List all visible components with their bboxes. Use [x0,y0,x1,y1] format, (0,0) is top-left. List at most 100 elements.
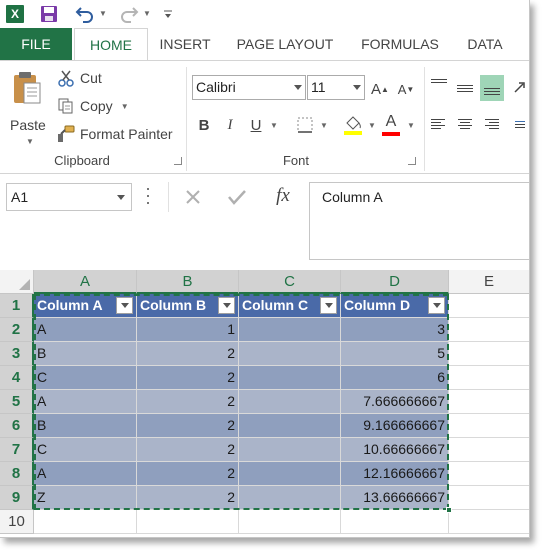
fill-color-dropdown-icon[interactable]: ▼ [368,121,376,130]
cell[interactable] [449,438,529,462]
tab-formulas[interactable]: FORMULAS [352,28,448,60]
borders-dropdown-icon[interactable]: ▼ [320,121,328,130]
table-cell[interactable]: 9.166666667 [341,414,449,438]
table-cell[interactable] [239,414,341,438]
align-right-button[interactable] [480,113,502,135]
copy-button[interactable]: Copy ▼ [56,95,129,117]
row-header[interactable]: 2 [0,318,34,342]
cell[interactable] [449,510,529,534]
table-cell[interactable]: 12.16666667 [341,462,449,486]
table-cell[interactable]: 2 [137,414,239,438]
bottom-align-button[interactable] [480,75,504,101]
align-left-button[interactable] [428,113,450,135]
column-header-a[interactable]: A [34,270,137,294]
table-cell[interactable]: A [34,390,137,414]
row-header[interactable]: 7 [0,438,34,462]
filter-dropdown-icon[interactable] [116,297,133,314]
table-cell[interactable]: C [34,438,137,462]
cell[interactable] [449,294,529,318]
copy-dropdown-icon[interactable]: ▼ [121,102,129,111]
undo-icon[interactable] [74,4,96,24]
row-header[interactable]: 1 [0,294,34,318]
row-header[interactable]: 5 [0,390,34,414]
italic-button[interactable]: I [220,113,240,137]
underline-dropdown-icon[interactable]: ▼ [270,121,278,130]
table-cell[interactable]: 7.666666667 [341,390,449,414]
filter-dropdown-icon[interactable] [428,297,445,314]
tab-data[interactable]: DATA [458,28,512,60]
bold-button[interactable]: B [194,113,214,137]
font-size-select[interactable]: 11 [307,75,365,100]
table-cell[interactable]: 1 [137,318,239,342]
table-cell[interactable]: 2 [137,486,239,510]
tab-home[interactable]: HOME [74,28,148,61]
table-cell[interactable]: 2 [137,366,239,390]
filter-dropdown-icon[interactable] [320,297,337,314]
table-cell[interactable] [239,342,341,366]
table-header-cell[interactable]: Column C [239,294,341,318]
font-color-button[interactable]: A [380,111,402,139]
cell[interactable] [239,510,341,534]
table-header-cell[interactable]: Column A [34,294,137,318]
name-box[interactable]: A1 [6,183,132,211]
row-header[interactable]: 4 [0,366,34,390]
table-cell[interactable]: A [34,462,137,486]
column-header-d[interactable]: D [341,270,449,294]
table-header-cell[interactable]: Column B [137,294,239,318]
format-painter-button[interactable]: Format Painter [56,123,173,145]
top-align-button[interactable] [428,73,450,95]
table-cell[interactable]: 2 [137,438,239,462]
table-cell[interactable] [239,486,341,510]
cut-button[interactable]: Cut [56,67,102,89]
cell[interactable] [449,486,529,510]
borders-button[interactable] [294,113,316,137]
table-cell[interactable]: 2 [137,342,239,366]
table-cell[interactable]: Z [34,486,137,510]
paste-dropdown-icon[interactable]: ▼ [26,137,34,146]
align-center-button[interactable] [454,113,476,135]
font-name-select[interactable]: Calibri [192,75,306,100]
row-header[interactable]: 10 [0,510,34,534]
cancel-entry-button[interactable] [178,183,208,211]
row-header[interactable]: 3 [0,342,34,366]
table-cell[interactable] [239,390,341,414]
select-all-button[interactable] [0,270,34,294]
table-cell[interactable]: B [34,342,137,366]
row-header[interactable]: 6 [0,414,34,438]
font-color-dropdown-icon[interactable]: ▼ [407,121,415,130]
cell[interactable] [449,318,529,342]
cell[interactable] [449,342,529,366]
column-header-e[interactable]: E [449,270,529,294]
redo-dropdown-icon[interactable]: ▼ [143,9,151,18]
row-header[interactable]: 9 [0,486,34,510]
cell[interactable] [137,510,239,534]
column-header-c[interactable]: C [239,270,341,294]
table-cell[interactable]: 2 [137,462,239,486]
cell[interactable] [449,366,529,390]
table-header-cell[interactable]: Column D [341,294,449,318]
redo-icon[interactable] [118,4,140,24]
table-cell[interactable]: A [34,318,137,342]
decrease-indent-button[interactable] [512,113,528,135]
formula-input[interactable]: Column A [309,182,529,260]
insert-function-button[interactable]: fx [266,182,300,210]
table-cell[interactable]: 3 [341,318,449,342]
cell[interactable] [449,462,529,486]
table-cell[interactable]: C [34,366,137,390]
paste-button[interactable]: Paste ▼ [6,67,50,147]
table-cell[interactable]: 10.66666667 [341,438,449,462]
underline-button[interactable]: U [246,113,266,137]
decrease-font-size-button[interactable]: A ▼ [396,77,416,101]
filter-dropdown-icon[interactable] [218,297,235,314]
customize-toolbar-icon[interactable] [162,4,174,24]
table-cell[interactable]: 2 [137,390,239,414]
table-cell[interactable] [239,462,341,486]
table-cell[interactable] [239,438,341,462]
tab-page-layout[interactable]: PAGE LAYOUT [228,28,342,60]
table-cell[interactable]: B [34,414,137,438]
formula-bar-grip-icon[interactable] [146,188,150,204]
orientation-button[interactable] [512,77,528,99]
table-cell[interactable]: 5 [341,342,449,366]
table-cell[interactable]: 13.66666667 [341,486,449,510]
increase-font-size-button[interactable]: A ▲ [370,77,390,101]
